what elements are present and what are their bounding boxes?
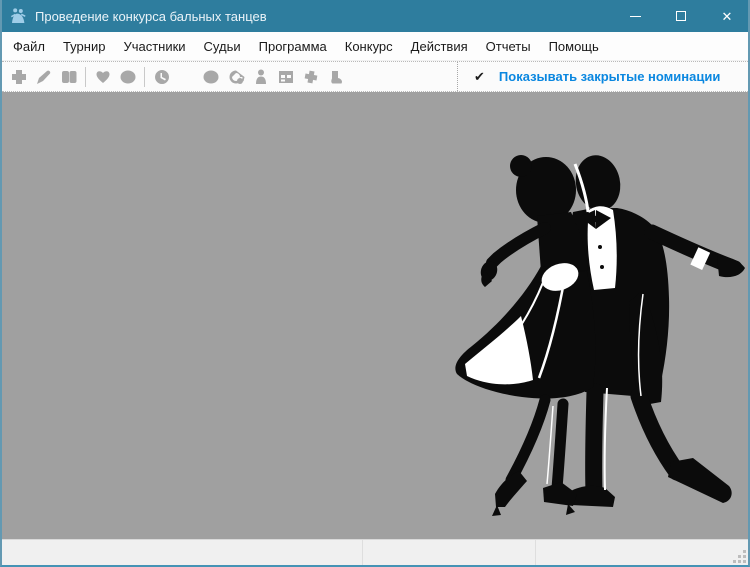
menu-judges[interactable]: Судьи (195, 33, 250, 60)
minimize-icon (630, 16, 641, 17)
toolbar-separator (85, 67, 86, 87)
menu-competition[interactable]: Конкурс (336, 33, 402, 60)
round-icon[interactable] (198, 65, 223, 89)
show-closed-nominations-label: Показывать закрытые номинации (499, 69, 720, 84)
clock-icon[interactable] (149, 65, 174, 89)
window-controls: ✕ (612, 0, 750, 32)
close-button[interactable]: ✕ (704, 0, 750, 32)
grid-icon[interactable] (273, 65, 298, 89)
title-bar[interactable]: Проведение конкурса бальных танцев ✕ (0, 0, 750, 32)
edit-icon[interactable] (31, 65, 56, 89)
menu-bar: Файл Турнир Участники Судьи Программа Ко… (2, 32, 748, 61)
app-window: Проведение конкурса бальных танцев ✕ Фай… (0, 0, 750, 567)
dancing-couple-icon (9, 7, 27, 25)
blob-icon[interactable] (115, 65, 140, 89)
menu-program[interactable]: Программа (250, 33, 336, 60)
status-section-2 (363, 540, 536, 565)
menu-reports[interactable]: Отчеты (477, 33, 540, 60)
check-icon: ✔ (474, 69, 485, 85)
minimize-button[interactable] (612, 0, 658, 32)
menu-participants[interactable]: Участники (114, 33, 194, 60)
boot-icon[interactable] (323, 65, 348, 89)
close-icon: ✕ (722, 10, 733, 23)
toolbar-separator (144, 67, 145, 87)
favorite-icon[interactable] (90, 65, 115, 89)
resize-grip-icon[interactable] (733, 550, 747, 564)
maximize-icon (676, 11, 686, 21)
maximize-button[interactable] (658, 0, 704, 32)
menu-help[interactable]: Помощь (540, 33, 608, 60)
status-section-3 (536, 540, 748, 565)
status-section-1 (2, 540, 363, 565)
ballroom-dancers-illustration (447, 150, 747, 539)
menu-actions[interactable]: Действия (402, 33, 477, 60)
cross-icon[interactable] (298, 65, 323, 89)
status-bar (2, 539, 748, 565)
add-icon[interactable] (6, 65, 31, 89)
rotate-icon[interactable] (223, 65, 248, 89)
main-canvas (2, 92, 748, 539)
toolbar: ✔ Показывать закрытые номинации (2, 61, 748, 92)
person-icon[interactable] (248, 65, 273, 89)
menu-tournament[interactable]: Турнир (54, 33, 114, 60)
show-closed-nominations-toggle[interactable]: ✔ Показывать закрытые номинации (457, 62, 748, 91)
window-title: Проведение конкурса бальных танцев (35, 9, 267, 24)
copy-icon[interactable] (56, 65, 81, 89)
menu-file[interactable]: Файл (4, 33, 54, 60)
